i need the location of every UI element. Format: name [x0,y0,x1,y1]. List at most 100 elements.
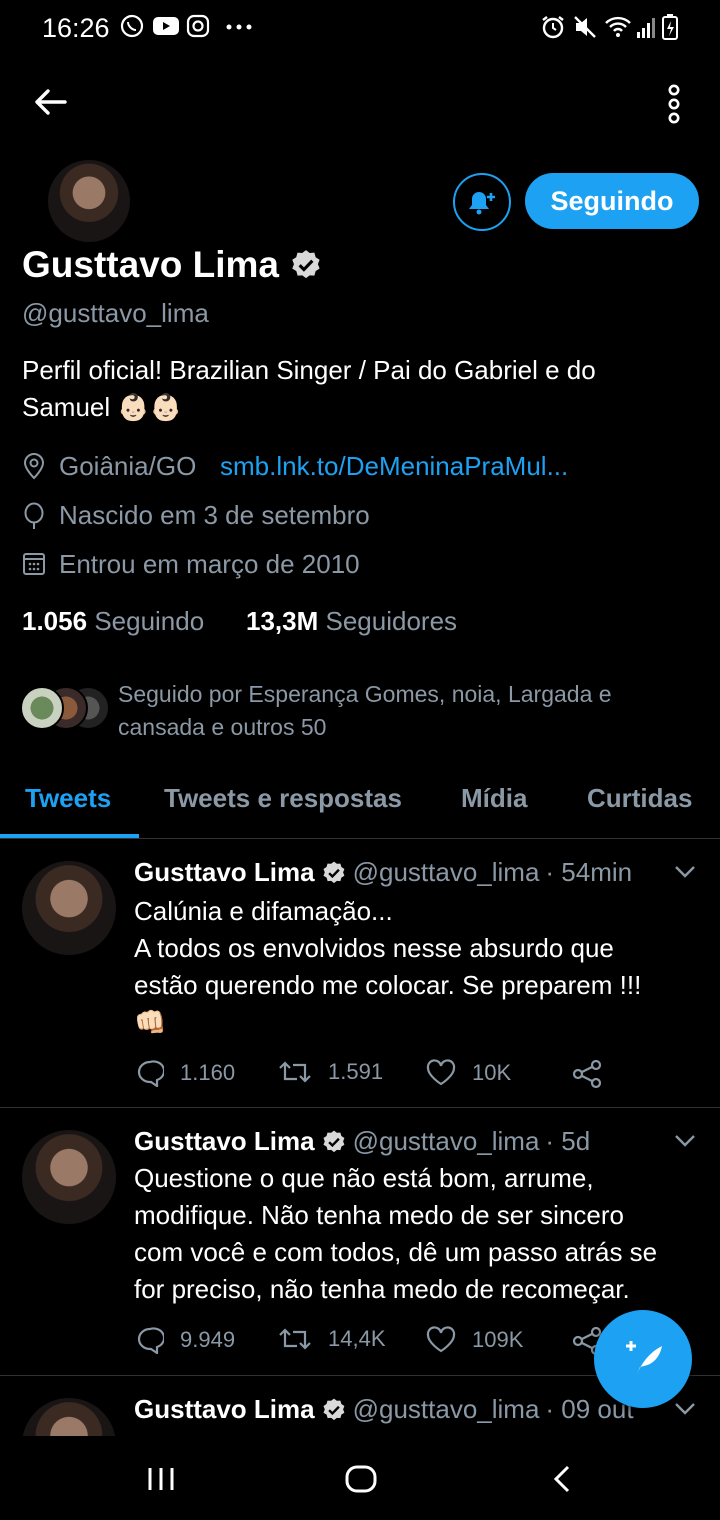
more-dots-icon [226,24,252,30]
followed-by-line-2: cansada e outros 50 [118,714,327,740]
tweet-author-name: Gusttavo Lima [134,857,315,887]
bio-line-2: Samuel [22,392,111,422]
tweet-text-line: com você e com todos, dê um passo atrás … [134,1237,658,1267]
profile-handle: @gusttavo_lima [22,298,209,328]
location-pin-icon [23,453,45,480]
verified-badge-icon [323,861,344,883]
tab-media[interactable]: Mídia [461,783,527,814]
retweet-button[interactable]: 1.591 [278,1059,383,1085]
verified-badge-icon [323,1130,344,1152]
reply-button[interactable]: 9.949 [136,1326,235,1354]
tweet-author-handle: @gusttavo_lima [352,1126,540,1156]
youtube-icon [153,17,179,35]
profile-location: Goiânia/GO [59,451,197,481]
retweet-button[interactable]: 14,4K [278,1326,386,1352]
bio-line-1: Perfil oficial! Brazilian Singer / Pai d… [22,355,596,385]
like-button[interactable]: 10K [426,1059,511,1087]
profile-avatar[interactable] [48,160,130,242]
profile-joined: Entrou em março de 2010 [59,549,360,579]
wifi-icon [605,16,631,37]
whatsapp-icon [120,14,144,38]
tab-likes[interactable]: Curtidas [587,783,692,814]
tweet-avatar[interactable] [22,861,116,955]
tweet-text-line: A todos os envolvidos nesse absurdo que [134,933,614,963]
system-nav-bar [0,1436,720,1520]
tweet-author-handle: @gusttavo_lima [352,1394,540,1424]
alarm-icon [542,16,564,39]
chevron-down-icon[interactable] [674,1134,696,1148]
back-button[interactable] [28,80,72,124]
compose-tweet-button[interactable] [594,1310,692,1408]
mutual-avatar [20,686,64,730]
heart-icon [426,1326,456,1353]
retweet-count: 1.591 [328,1059,384,1084]
tweet-time: · 54min [545,857,633,887]
instagram-icon [186,14,210,38]
following-count-link[interactable]: 1.056 Seguindo [22,606,204,637]
arrow-left-icon [35,89,67,115]
followed-by-line-1: Seguido por Esperança Gomes, noia, Larga… [118,681,612,707]
back-icon[interactable] [552,1464,572,1494]
tab-tweets-and-replies[interactable]: Tweets e respostas [164,783,402,814]
tweet-author-name: Gusttavo Lima [134,1126,315,1156]
chevron-down-icon[interactable] [674,1402,696,1416]
calendar-icon [23,553,45,575]
tweet-author-name: Gusttavo Lima [134,1394,315,1424]
notifications-button[interactable] [453,173,511,231]
profile-name: Gusttavo Lima [22,244,279,285]
tab-tweets[interactable]: Tweets [25,783,111,814]
followers-label: Seguidores [325,606,458,636]
following-label: Seguindo [94,606,205,636]
battery-icon [662,14,678,40]
tweet-text: Questione o que não está bom, arrume, mo… [134,1160,714,1308]
verified-badge-icon [323,1398,344,1420]
bell-plus-icon [469,192,495,215]
reply-icon [137,1327,164,1354]
retweet-count: 14,4K [328,1326,386,1351]
tweet[interactable]: Gusttavo Lima @gusttavo_lima · 54min Cal… [0,839,720,1107]
following-button[interactable]: Seguindo [525,173,699,229]
profile-name-row: Gusttavo Lima [22,244,323,286]
profile-birthday: Nascido em 3 de setembro [59,500,370,530]
profile-bio: Perfil oficial! Brazilian Singer / Pai d… [22,352,702,426]
like-button[interactable]: 109K [426,1326,523,1354]
tweet-emoji: 👊🏻 [134,1007,167,1037]
reply-count: 9.949 [180,1327,236,1352]
tweet-avatar[interactable] [22,1398,116,1436]
signal-icon [637,18,655,38]
status-time: 16:26 [42,13,110,43]
following-button-label: Seguindo [550,185,674,216]
more-options-button[interactable] [652,80,696,128]
tweet-text-line: Calúnia e difamação... [134,896,393,926]
home-icon[interactable] [344,1464,378,1494]
tweet-text: Calúnia e difamação... A todos os envolv… [134,893,704,1041]
chevron-down-icon[interactable] [674,865,696,879]
followers-count: 13,3M [246,606,319,636]
kebab-icon [668,84,680,124]
tweet-text-line: for preciso, não tenha medo de recomeçar… [134,1274,630,1304]
reply-count: 1.160 [180,1060,236,1085]
reply-icon [137,1060,164,1087]
reply-button[interactable]: 1.160 [136,1059,235,1087]
like-count: 10K [472,1060,512,1085]
followed-by-avatars[interactable] [20,686,110,730]
bio-emoji: 👶🏻👶🏻 [117,392,183,422]
followed-by-text[interactable]: Seguido por Esperança Gomes, noia, Larga… [118,678,612,744]
balloon-icon [24,502,44,529]
recents-icon[interactable] [146,1466,176,1492]
share-icon [572,1059,602,1089]
compose-tweet-icon [626,1341,662,1376]
tweet-text-line: estão querendo me colocar. Se preparem !… [134,970,642,1000]
retweet-icon [279,1328,311,1350]
like-count: 109K [472,1327,524,1352]
status-bar: 16:26 [0,0,720,56]
profile-link[interactable]: smb.lnk.to/DeMeninaPraMul... [220,451,568,482]
followers-count-link[interactable]: 13,3M Seguidores [246,606,457,637]
share-button[interactable] [572,1059,602,1089]
tweet-text-line: modifique. Não tenha medo de ser sincero [134,1200,624,1230]
tweet-header: Gusttavo Lima @gusttavo_lima · 5d [134,1126,590,1157]
tweet-avatar[interactable] [22,1130,116,1224]
tweet-author-handle: @gusttavo_lima [352,857,540,887]
tweet-header: Gusttavo Lima @gusttavo_lima · 54min [134,857,632,888]
verified-badge-icon [292,250,320,279]
